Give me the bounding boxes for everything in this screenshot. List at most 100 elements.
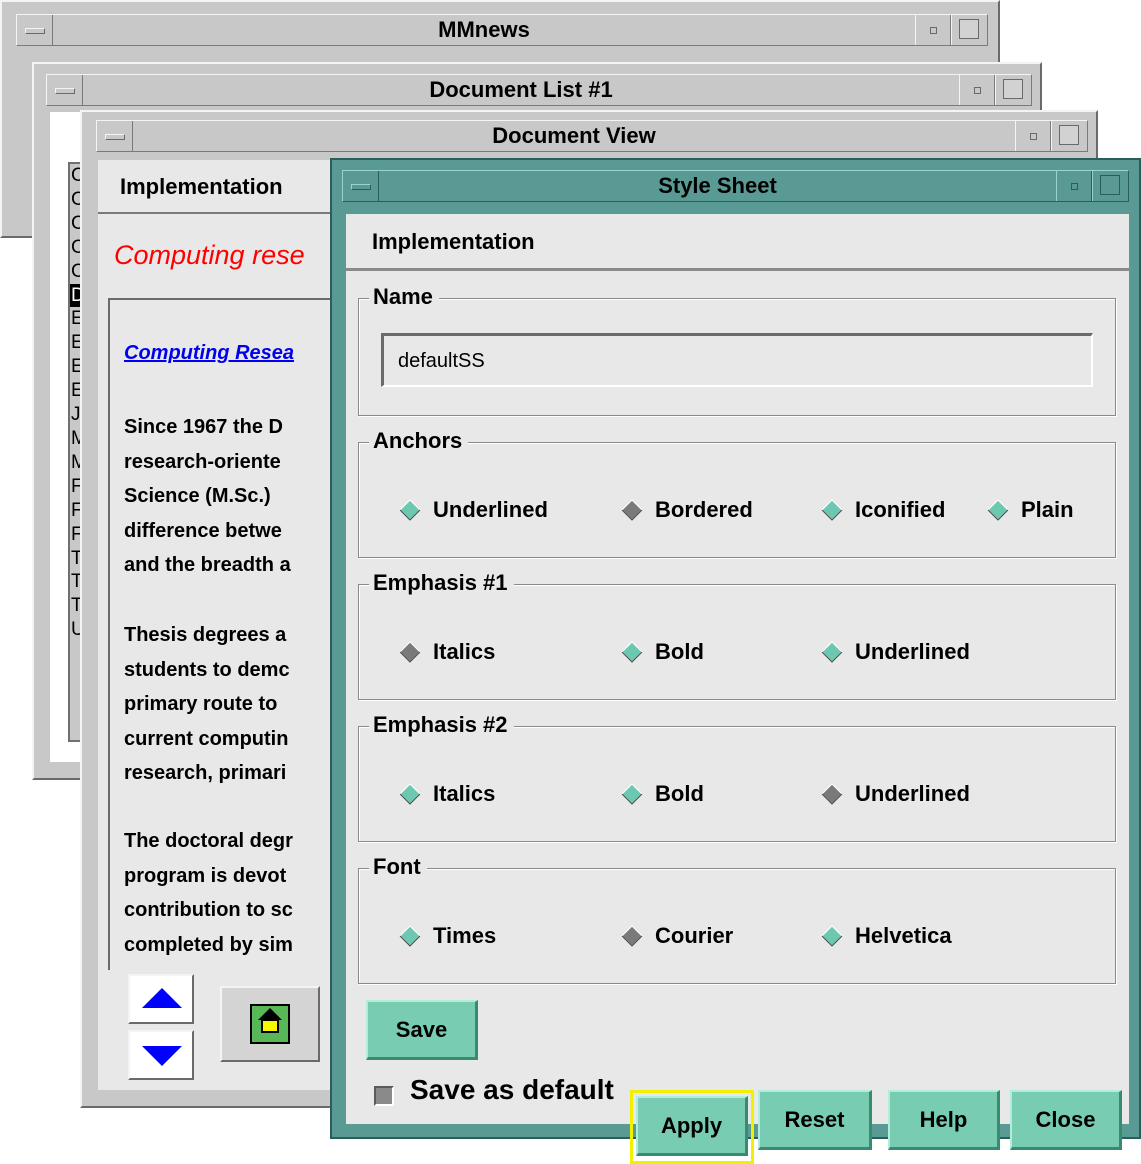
- help-button[interactable]: Help: [888, 1090, 1000, 1150]
- document-link[interactable]: Computing Resea: [124, 342, 294, 365]
- radio-group-anchors: Anchors Underlined Bordered Iconified Plain: [358, 427, 1116, 558]
- maximize-button[interactable]: [1092, 171, 1128, 201]
- document-heading: Computing rese: [114, 240, 305, 270]
- group-label: Font: [369, 853, 427, 881]
- radio-label: Underlined: [433, 497, 548, 522]
- radio-label: Bordered: [655, 497, 753, 522]
- apply-button[interactable]: Apply: [636, 1096, 748, 1156]
- group-label: Emphasis #2: [369, 711, 514, 739]
- document-list-titlebar[interactable]: Document List #1: [46, 74, 1032, 106]
- radio-group-emphasis-2: Emphasis #2 Italics Bold Underlined: [358, 711, 1116, 842]
- close-button[interactable]: Close: [1010, 1090, 1122, 1150]
- arrow-down-icon: [142, 1046, 182, 1066]
- document-line: The doctoral degr: [124, 830, 293, 852]
- diamond-selected-icon: [621, 925, 643, 947]
- scroll-up-button[interactable]: [128, 974, 194, 1024]
- reset-button[interactable]: Reset: [758, 1090, 872, 1150]
- radio-option-underlined[interactable]: Underlined: [821, 779, 970, 809]
- radio-option-iconified[interactable]: Iconified: [821, 495, 945, 525]
- diamond-icon: [621, 641, 643, 663]
- save-button[interactable]: Save: [366, 1000, 478, 1060]
- document-line: Science (M.Sc.): [124, 485, 271, 507]
- window-title: Document List #1: [429, 77, 613, 102]
- window-title: Document View: [492, 123, 656, 148]
- radio-label: Plain: [1021, 497, 1074, 522]
- radio-option-underlined[interactable]: Underlined: [821, 637, 970, 667]
- radio-option-times[interactable]: Times: [399, 921, 496, 951]
- document-line: students to demc: [124, 658, 290, 681]
- document-line: and the breadth a: [124, 554, 291, 576]
- window-menu-button[interactable]: [17, 15, 53, 45]
- document-paragraph: Thesis degrees a students to demc primary …: [124, 618, 290, 791]
- diamond-selected-icon: [821, 783, 843, 805]
- document-line: completed by sim: [124, 933, 293, 956]
- window-title: MMnews: [438, 17, 530, 42]
- window-title: Style Sheet: [658, 173, 777, 198]
- radio-label: Courier: [655, 923, 734, 948]
- diamond-icon: [399, 925, 421, 947]
- radio-label: Bold: [655, 639, 704, 664]
- radio-option-courier[interactable]: Courier: [621, 921, 733, 951]
- radio-label: Italics: [433, 639, 496, 664]
- minimize-button[interactable]: [1015, 121, 1051, 151]
- name-field[interactable]: defaultSS: [381, 333, 1093, 387]
- mmnews-titlebar[interactable]: MMnews: [16, 14, 988, 46]
- radio-group-emphasis-1: Emphasis #1 Italics Bold Underlined: [358, 569, 1116, 700]
- diamond-icon: [399, 499, 421, 521]
- group-label: Name: [369, 283, 439, 311]
- diamond-icon: [399, 783, 421, 805]
- maximize-button[interactable]: [1051, 121, 1087, 151]
- document-line: research-oriente: [124, 450, 281, 473]
- document-line: difference betwe: [124, 519, 282, 542]
- save-default-label: Save as default: [410, 1074, 614, 1105]
- radio-label: Underlined: [855, 639, 970, 664]
- diamond-selected-icon: [399, 641, 421, 663]
- minimize-button[interactable]: [915, 15, 951, 45]
- radio-label: Italics: [433, 781, 496, 806]
- radio-label: Bold: [655, 781, 704, 806]
- style-sheet-titlebar[interactable]: Style Sheet: [342, 170, 1129, 202]
- minimize-button[interactable]: [959, 75, 995, 105]
- style-sheet-window: Style Sheet Implementation Name defaultS…: [330, 158, 1141, 1164]
- name-group: Name defaultSS: [358, 283, 1116, 416]
- diamond-icon: [621, 783, 643, 805]
- style-sheet-header: Implementation: [346, 214, 1129, 271]
- minimize-button[interactable]: [1056, 171, 1092, 201]
- radio-group-font: Font Times Courier Helvetica: [358, 853, 1116, 984]
- document-paragraph: The doctoral degr program is devot contrib…: [124, 824, 293, 962]
- document-line: research, primari: [124, 762, 287, 784]
- document-line: Since 1967 the D: [124, 416, 283, 438]
- radio-option-bold[interactable]: Bold: [621, 637, 704, 667]
- maximize-button[interactable]: [995, 75, 1031, 105]
- diamond-selected-icon: [621, 499, 643, 521]
- document-view-titlebar[interactable]: Document View: [96, 120, 1088, 152]
- window-menu-button[interactable]: [47, 75, 83, 105]
- group-label: Anchors: [369, 427, 469, 455]
- document-line: contribution to sc: [124, 899, 293, 921]
- document-line: program is devot: [124, 864, 287, 887]
- save-default-checkbox[interactable]: [374, 1086, 394, 1106]
- document-line: primary route to: [124, 693, 278, 715]
- radio-label: Times: [433, 923, 497, 948]
- radio-option-italics[interactable]: Italics: [399, 637, 495, 667]
- radio-option-plain[interactable]: Plain: [987, 495, 1074, 525]
- home-icon: [250, 1004, 290, 1044]
- document-line: Thesis degrees a: [124, 624, 287, 646]
- radio-option-bold[interactable]: Bold: [621, 779, 704, 809]
- group-label: Emphasis #1: [369, 569, 514, 597]
- maximize-button[interactable]: [951, 15, 987, 45]
- radio-option-helvetica[interactable]: Helvetica: [821, 921, 952, 951]
- radio-option-italics[interactable]: Italics: [399, 779, 495, 809]
- radio-option-bordered[interactable]: Bordered: [621, 495, 753, 525]
- diamond-icon: [821, 499, 843, 521]
- scroll-down-button[interactable]: [128, 1030, 194, 1080]
- radio-label: Helvetica: [855, 923, 952, 948]
- home-button[interactable]: [220, 986, 320, 1062]
- document-line: current computin: [124, 727, 289, 750]
- window-menu-button[interactable]: [343, 171, 379, 201]
- style-sheet-body: Implementation Name defaultSS Save Apply…: [346, 214, 1129, 1164]
- radio-label: Underlined: [855, 781, 970, 806]
- window-menu-button[interactable]: [97, 121, 133, 151]
- radio-option-underlined[interactable]: Underlined: [399, 495, 548, 525]
- diamond-icon: [987, 499, 1009, 521]
